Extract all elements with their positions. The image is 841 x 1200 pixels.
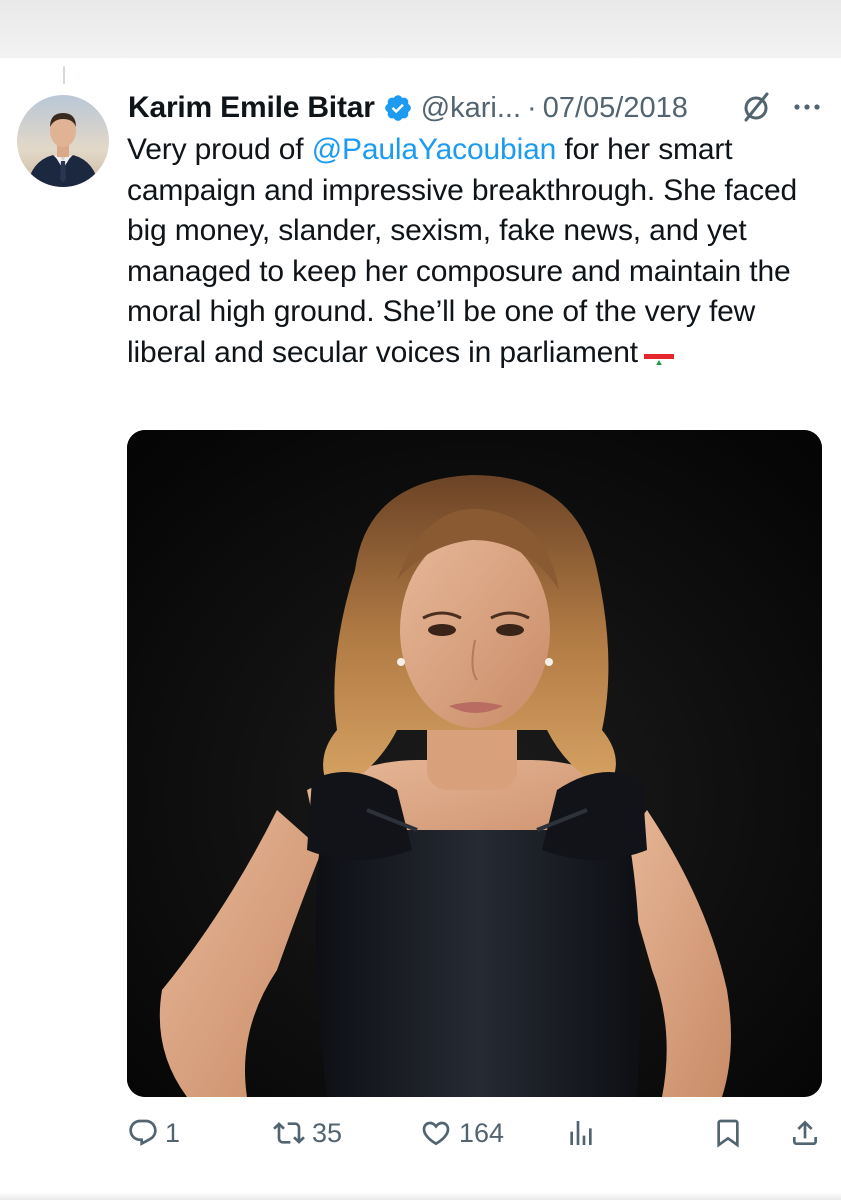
verified-badge-icon: [383, 93, 413, 123]
tweet-date[interactable]: 07/05/2018: [543, 92, 688, 125]
header-separator: ·: [527, 91, 537, 124]
thread-connector-line: [63, 66, 65, 84]
author-handle[interactable]: @kari...: [421, 92, 521, 125]
author-name[interactable]: Karim Emile Bitar: [128, 91, 375, 125]
lebanon-flag-emoji: [643, 345, 674, 365]
share-icon: [789, 1117, 821, 1149]
views-button[interactable]: [565, 1111, 603, 1155]
like-icon: [419, 1117, 453, 1149]
more-options-icon[interactable]: [792, 92, 822, 122]
tweet-media-photo[interactable]: [127, 430, 822, 1097]
tweet-header: Karim Emile Bitar @kari... · 07/05/2018: [128, 86, 828, 130]
like-count: 164: [459, 1117, 505, 1148]
author-avatar[interactable]: [17, 95, 109, 187]
bookmark-button[interactable]: [712, 1111, 744, 1155]
screen-bottom-edge: [0, 1192, 841, 1200]
reply-button[interactable]: 1: [127, 1111, 180, 1155]
tweet-text-rest: for her smart campaign and impressive br…: [127, 133, 798, 369]
share-button[interactable]: [789, 1111, 821, 1155]
reply-count: 1: [165, 1117, 181, 1148]
reply-icon: [127, 1117, 159, 1149]
tweet-text: Very proud of @PaulaYacoubian for her sm…: [127, 130, 817, 373]
tweet-text-start: Very proud of: [127, 133, 312, 166]
views-icon: [565, 1117, 597, 1149]
tweet-action-bar: 1 35 164: [127, 1111, 827, 1155]
grok-icon[interactable]: [740, 90, 772, 124]
mention-link[interactable]: @PaulaYacoubian: [312, 133, 557, 166]
like-button[interactable]: 164: [419, 1111, 504, 1155]
repost-icon: [272, 1117, 306, 1149]
bookmark-icon: [712, 1117, 744, 1149]
repost-button[interactable]: 35: [272, 1111, 342, 1155]
repost-count: 35: [312, 1117, 343, 1148]
